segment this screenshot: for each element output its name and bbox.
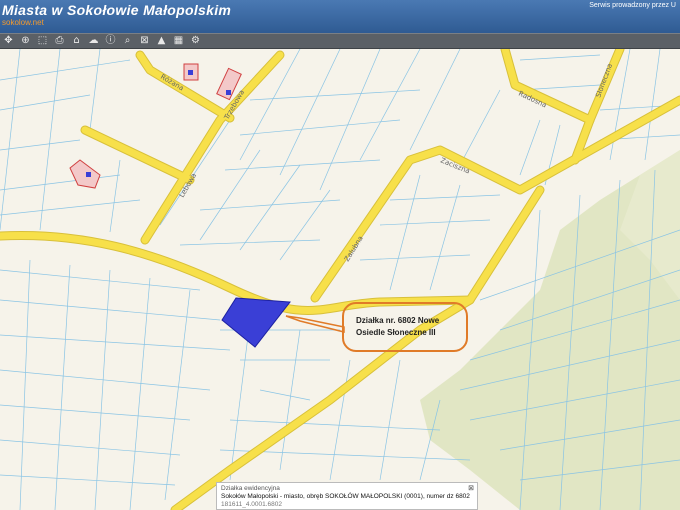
close-icon[interactable]: ⊠: [468, 484, 474, 492]
service-provider-text: Serwis prowadzony przez U: [589, 2, 676, 9]
info-popup-body: Sokołów Małopolski - miasto, obręb SOKOŁ…: [221, 493, 470, 500]
building-marker: [226, 90, 231, 95]
pan-icon[interactable]: ✥: [2, 35, 15, 47]
print-icon[interactable]: ⎙: [53, 35, 66, 47]
zoom-in-icon[interactable]: ⊕: [19, 35, 32, 47]
measure-icon[interactable]: ⊠: [138, 35, 151, 47]
parcel-info-popup: Działka ewidencyjna Sokołów Małopolski -…: [216, 482, 478, 510]
layers-icon[interactable]: ☁: [87, 35, 100, 47]
building-marker: [188, 70, 193, 75]
map-svg[interactable]: Różana Trzebowa Lebowa Radosna Słoneczna…: [0, 49, 680, 510]
legend-icon[interactable]: ▦: [172, 35, 185, 47]
callout-text: Działka nr. 6802 Nowe Osiedle Słoneczne …: [356, 315, 439, 339]
select-icon[interactable]: ⬚: [36, 35, 49, 47]
info-popup-header: Działka ewidencyjna: [221, 485, 280, 492]
warning-icon[interactable]: ▲: [155, 35, 168, 47]
app-subtitle: sokolow.net: [2, 18, 44, 27]
app-title: Miasta w Sokołowie Małopolskim: [2, 2, 232, 18]
map-canvas[interactable]: Różana Trzebowa Lebowa Radosna Słoneczna…: [0, 49, 680, 510]
search-icon[interactable]: ⌕: [121, 35, 134, 47]
info-popup-parcel-id: 181611_4.0001.6802: [221, 501, 282, 508]
share-icon[interactable]: ⚙: [189, 35, 202, 47]
home-icon[interactable]: ⌂: [70, 35, 83, 47]
building-marker: [86, 172, 91, 177]
callout-line-2: Osiedle Słoneczne III: [356, 328, 436, 337]
callout-line-1: Działka nr. 6802 Nowe: [356, 316, 440, 325]
info-icon[interactable]: ⓘ: [104, 35, 117, 47]
parcel-callout: Działka nr. 6802 Nowe Osiedle Słoneczne …: [342, 302, 468, 352]
map-toolbar: ✥ ⊕ ⬚ ⎙ ⌂ ☁ ⓘ ⌕ ⊠ ▲ ▦ ⚙: [0, 33, 680, 49]
app-header: Miasta w Sokołowie Małopolskim sokolow.n…: [0, 0, 680, 33]
